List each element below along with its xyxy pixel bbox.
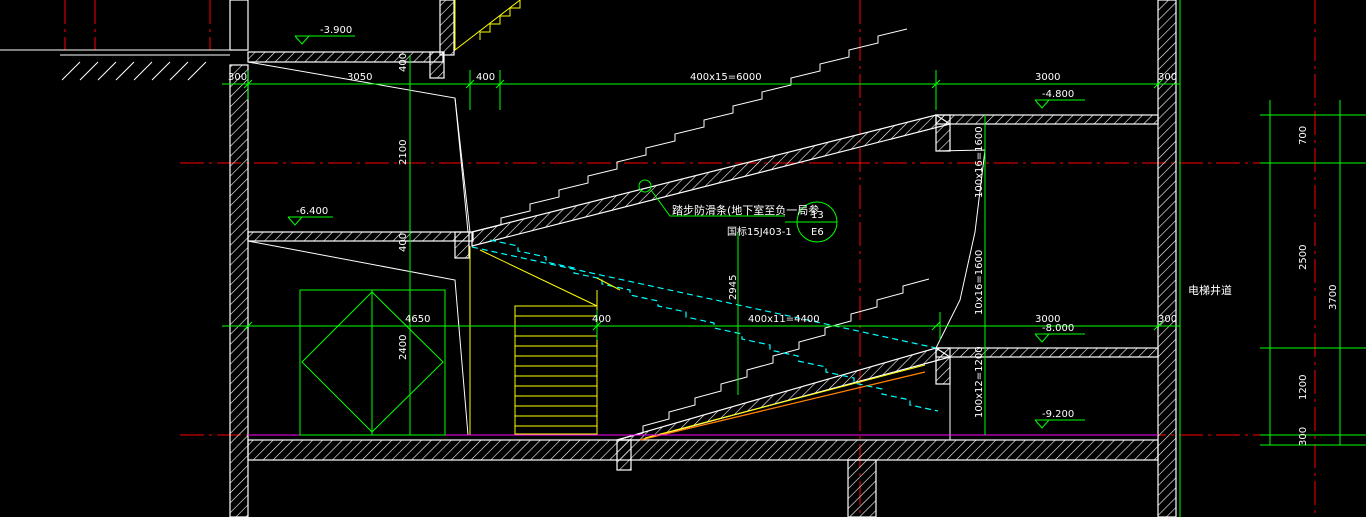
dim-mid-3: 400x11=4400 [748, 314, 820, 325]
detail-sheet: E6 [811, 227, 824, 238]
dim-v-2945: 2945 [728, 275, 739, 300]
dim-v-stair-mid: 10x16=1600 [974, 250, 985, 315]
level-top: -3.900 [320, 25, 352, 36]
stair-note-ref: 国标15J403-1 [727, 226, 792, 238]
detail-number: 13 [811, 210, 824, 221]
dim-v-300: 300 [1298, 427, 1309, 446]
level-upper-landing: -4.800 [1042, 89, 1074, 100]
dim-v-400-mid: 400 [398, 233, 409, 252]
level-mid-left: -6.400 [296, 206, 328, 217]
dim-v-3700: 3700 [1328, 285, 1339, 310]
dim-mid-5: 300 [1158, 314, 1177, 325]
dim-v-700: 700 [1298, 126, 1309, 145]
dim-v-stair-upper: 100x16=1600 [974, 126, 985, 198]
dim-v-2500: 2500 [1298, 245, 1309, 270]
dim-v-stair-lower: 100x12=1200 [974, 346, 985, 418]
yellow-elements [248, 0, 1158, 436]
dim-mid-2: 400 [592, 314, 611, 325]
dim-top-1: 300 [228, 72, 247, 83]
dim-top-3: 400 [476, 72, 495, 83]
beam-lines [247, 61, 986, 440]
dim-v-400-top: 400 [398, 53, 409, 72]
dim-v-2100: 2100 [398, 140, 409, 165]
dim-mid-4: 3000 [1035, 314, 1060, 325]
dim-v-1200: 1200 [1298, 375, 1309, 400]
dim-top-4: 400x15=6000 [690, 72, 762, 83]
dim-top-6: 300 [1158, 72, 1177, 83]
stair-note: 踏步防滑条(地下室至负一局参 [672, 203, 819, 217]
dim-mid-1: 4650 [405, 314, 430, 325]
dim-top-5: 3000 [1035, 72, 1060, 83]
elevator-shaft-label: 电梯井道 [1188, 283, 1232, 297]
cad-section-drawing: -3.900 -4.800 -6.400 -8.000 -9.200 300 3… [0, 0, 1366, 517]
equipment-box [299, 289, 446, 436]
lower-stair-flight [616, 278, 952, 441]
level-bottom: -9.200 [1042, 409, 1074, 420]
dim-v-2400: 2400 [398, 335, 409, 360]
dim-top-2: 3050 [347, 72, 372, 83]
ground-hatch [0, 49, 230, 81]
